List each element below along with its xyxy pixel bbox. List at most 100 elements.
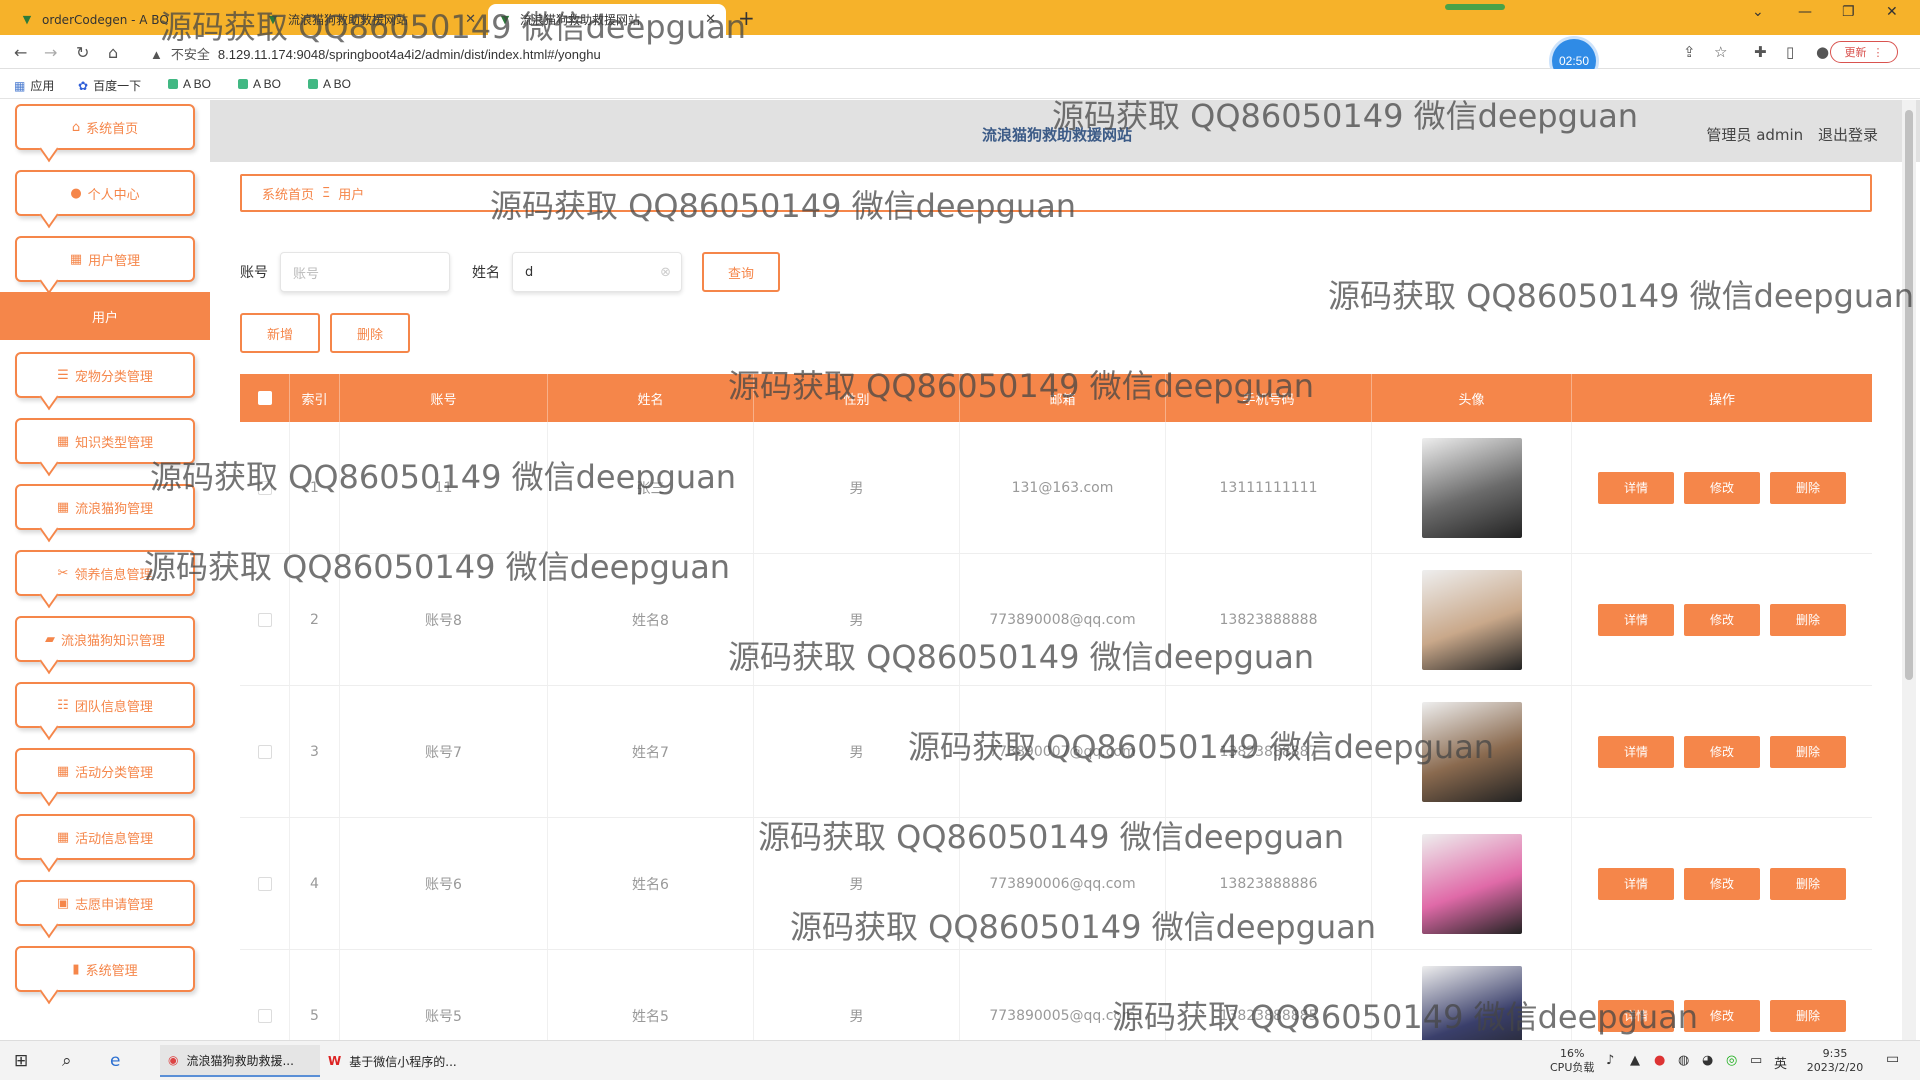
logout-link[interactable]: 退出登录: [1818, 126, 1878, 144]
detail-button[interactable]: 详情: [1598, 603, 1674, 636]
cpu-indicator: 16% CPU负载: [1550, 1047, 1594, 1075]
detail-button[interactable]: 详情: [1598, 999, 1674, 1032]
sidebar-icon[interactable]: ▯: [1786, 43, 1794, 61]
profile-icon[interactable]: ●: [1816, 43, 1829, 61]
bookmark-label: 应用: [30, 79, 55, 93]
sidebar-item-user-mgmt[interactable]: ▦ 用户管理: [15, 236, 195, 282]
sidebar-item-home[interactable]: ⌂ 系统首页: [15, 104, 195, 150]
tray-app-icon[interactable]: ●: [1654, 1053, 1665, 1068]
home-icon[interactable]: ⌂: [108, 43, 118, 62]
clock[interactable]: 9:35 2023/2/20: [1800, 1047, 1870, 1075]
row-checkbox[interactable]: [257, 876, 272, 891]
sidebar-item-activity-category[interactable]: ▦ 活动分类管理: [15, 748, 195, 794]
qq-icon[interactable]: ◕: [1702, 1053, 1713, 1068]
bookmark-apps[interactable]: ▦ 应用: [14, 77, 54, 94]
insecure-label: 不安全: [170, 47, 210, 62]
detail-button[interactable]: 详情: [1598, 867, 1674, 900]
add-button[interactable]: 新增: [240, 313, 320, 353]
update-button[interactable]: 更新 ⋮: [1830, 41, 1898, 63]
taskbar-wps-app[interactable]: W 基于微信小程序的...: [320, 1045, 470, 1077]
query-button[interactable]: 查询: [702, 252, 780, 292]
browser-tab-1[interactable]: ▼ orderCodegen - A BO: [10, 4, 250, 35]
name-input[interactable]: d ⊗: [512, 252, 682, 292]
detail-button[interactable]: 详情: [1598, 735, 1674, 768]
network-wifi-icon[interactable]: ▭: [1750, 1053, 1762, 1068]
ie-icon[interactable]: e: [110, 1051, 120, 1071]
sidebar-item-stray-pets[interactable]: ▦ 流浪猫狗管理: [15, 484, 195, 530]
edit-button[interactable]: 修改: [1684, 735, 1760, 768]
sidebar-item-label: 团队信息管理: [74, 699, 153, 715]
sidebar-item-knowledge-type[interactable]: ▦ 知识类型管理: [15, 418, 195, 464]
clear-icon[interactable]: ⊗: [660, 265, 671, 280]
bookmark-abo-3[interactable]: A BO: [308, 77, 351, 91]
restore-icon[interactable]: ❐: [1842, 4, 1855, 20]
bookmark-baidu[interactable]: ✿ 百度一下: [78, 77, 141, 94]
row-checkbox[interactable]: [257, 1008, 272, 1023]
browser-tab-3[interactable]: ▼ 流浪猫狗救助救援网站 ✕: [488, 4, 726, 35]
table-header: 索引 账号 姓名 性别 邮箱 手机号码 头像 操作: [240, 374, 1872, 422]
edit-button[interactable]: 修改: [1684, 867, 1760, 900]
search-icon[interactable]: ⌕: [62, 1051, 72, 1071]
url-field[interactable]: ▲ 不安全 8.129.11.174:9048/springboot4a4i2/ad…: [150, 44, 601, 63]
delete-button[interactable]: 删除: [1770, 735, 1846, 768]
sidebar-item-pet-knowledge[interactable]: ▰ 流浪猫狗知识管理: [15, 616, 195, 662]
gender-cell: 男: [754, 950, 960, 1040]
close-tab-icon[interactable]: ✕: [705, 12, 716, 27]
bookmark-label: A BO: [183, 77, 212, 91]
sidebar-item-adoption[interactable]: ✂ 领养信息管理: [15, 550, 195, 596]
name-cell: 姓名7: [548, 686, 754, 817]
delete-button[interactable]: 删除: [1770, 471, 1846, 504]
bookmark-abo-1[interactable]: A BO: [168, 77, 211, 91]
delete-button[interactable]: 删除: [1770, 999, 1846, 1032]
sidebar-subitem-user[interactable]: 用户: [0, 292, 210, 340]
volume-icon[interactable]: ♪: [1606, 1053, 1614, 1068]
select-all-checkbox[interactable]: [257, 391, 272, 405]
bulk-delete-button[interactable]: 删除: [330, 313, 410, 353]
email-cell: 773890005@qq.com: [960, 950, 1166, 1040]
detail-button[interactable]: 详情: [1598, 471, 1674, 504]
sidebar-item-team[interactable]: ☷ 团队信息管理: [15, 682, 195, 728]
sidebar-item-activity-info[interactable]: ▦ 活动信息管理: [15, 814, 195, 860]
forward-icon[interactable]: →: [44, 43, 57, 62]
bookmark-abo-2[interactable]: A BO: [238, 77, 281, 91]
reload-icon[interactable]: ↻: [76, 43, 89, 62]
select-cell: [240, 554, 290, 685]
scrollbar-thumb[interactable]: [1905, 110, 1913, 680]
wechat-icon[interactable]: ◎: [1726, 1053, 1737, 1068]
sidebar-item-volunteer[interactable]: ▣ 志愿申请管理: [15, 880, 195, 926]
ime-indicator[interactable]: 英: [1774, 1053, 1787, 1072]
delete-button-label: 删除: [356, 327, 383, 343]
close-window-icon[interactable]: ✕: [1886, 4, 1898, 20]
row-checkbox[interactable]: [257, 480, 272, 495]
sidebar-item-system[interactable]: ▮ 系统管理: [15, 946, 195, 992]
row-checkbox[interactable]: [257, 612, 272, 627]
share-icon[interactable]: ⇪: [1683, 43, 1696, 61]
taskbar-chrome-app[interactable]: ◉ 流浪猫狗救助救援...: [160, 1045, 320, 1077]
actions-cell: 详情 修改 删除: [1572, 818, 1872, 949]
sidebar-item-profile[interactable]: ● 个人中心: [15, 170, 195, 216]
notification-icon[interactable]: ▭: [1886, 1051, 1899, 1067]
plus-icon[interactable]: +: [738, 6, 755, 30]
page-scrollbar[interactable]: [1902, 100, 1916, 1040]
star-icon[interactable]: ☆: [1714, 43, 1727, 61]
edit-button[interactable]: 修改: [1684, 603, 1760, 636]
chevron-down-icon[interactable]: ⌄: [1752, 4, 1764, 20]
delete-button[interactable]: 删除: [1770, 603, 1846, 636]
network-icon[interactable]: ▲: [1630, 1053, 1640, 1068]
close-tab-icon[interactable]: ✕: [465, 12, 476, 27]
edit-button[interactable]: 修改: [1684, 999, 1760, 1032]
avatar-cell: [1372, 554, 1572, 685]
edit-button[interactable]: 修改: [1684, 471, 1760, 504]
back-icon[interactable]: ←: [14, 43, 27, 62]
row-checkbox[interactable]: [257, 744, 272, 759]
extensions-icon[interactable]: ✚: [1754, 43, 1767, 61]
breadcrumb-home[interactable]: 系统首页: [262, 184, 314, 203]
browser-tab-2[interactable]: ▼ 流浪猫狗救助救援网站 ✕: [256, 4, 486, 35]
minimize-icon[interactable]: —: [1798, 4, 1812, 20]
sidebar-item-pet-category[interactable]: ☰ 宠物分类管理: [15, 352, 195, 398]
windows-start-icon[interactable]: ⊞: [14, 1051, 28, 1071]
account-input[interactable]: 账号: [280, 252, 450, 292]
tab-title: 流浪猫狗救助救援网站: [520, 13, 641, 27]
tray-app-icon[interactable]: ◍: [1678, 1053, 1689, 1068]
delete-button[interactable]: 删除: [1770, 867, 1846, 900]
